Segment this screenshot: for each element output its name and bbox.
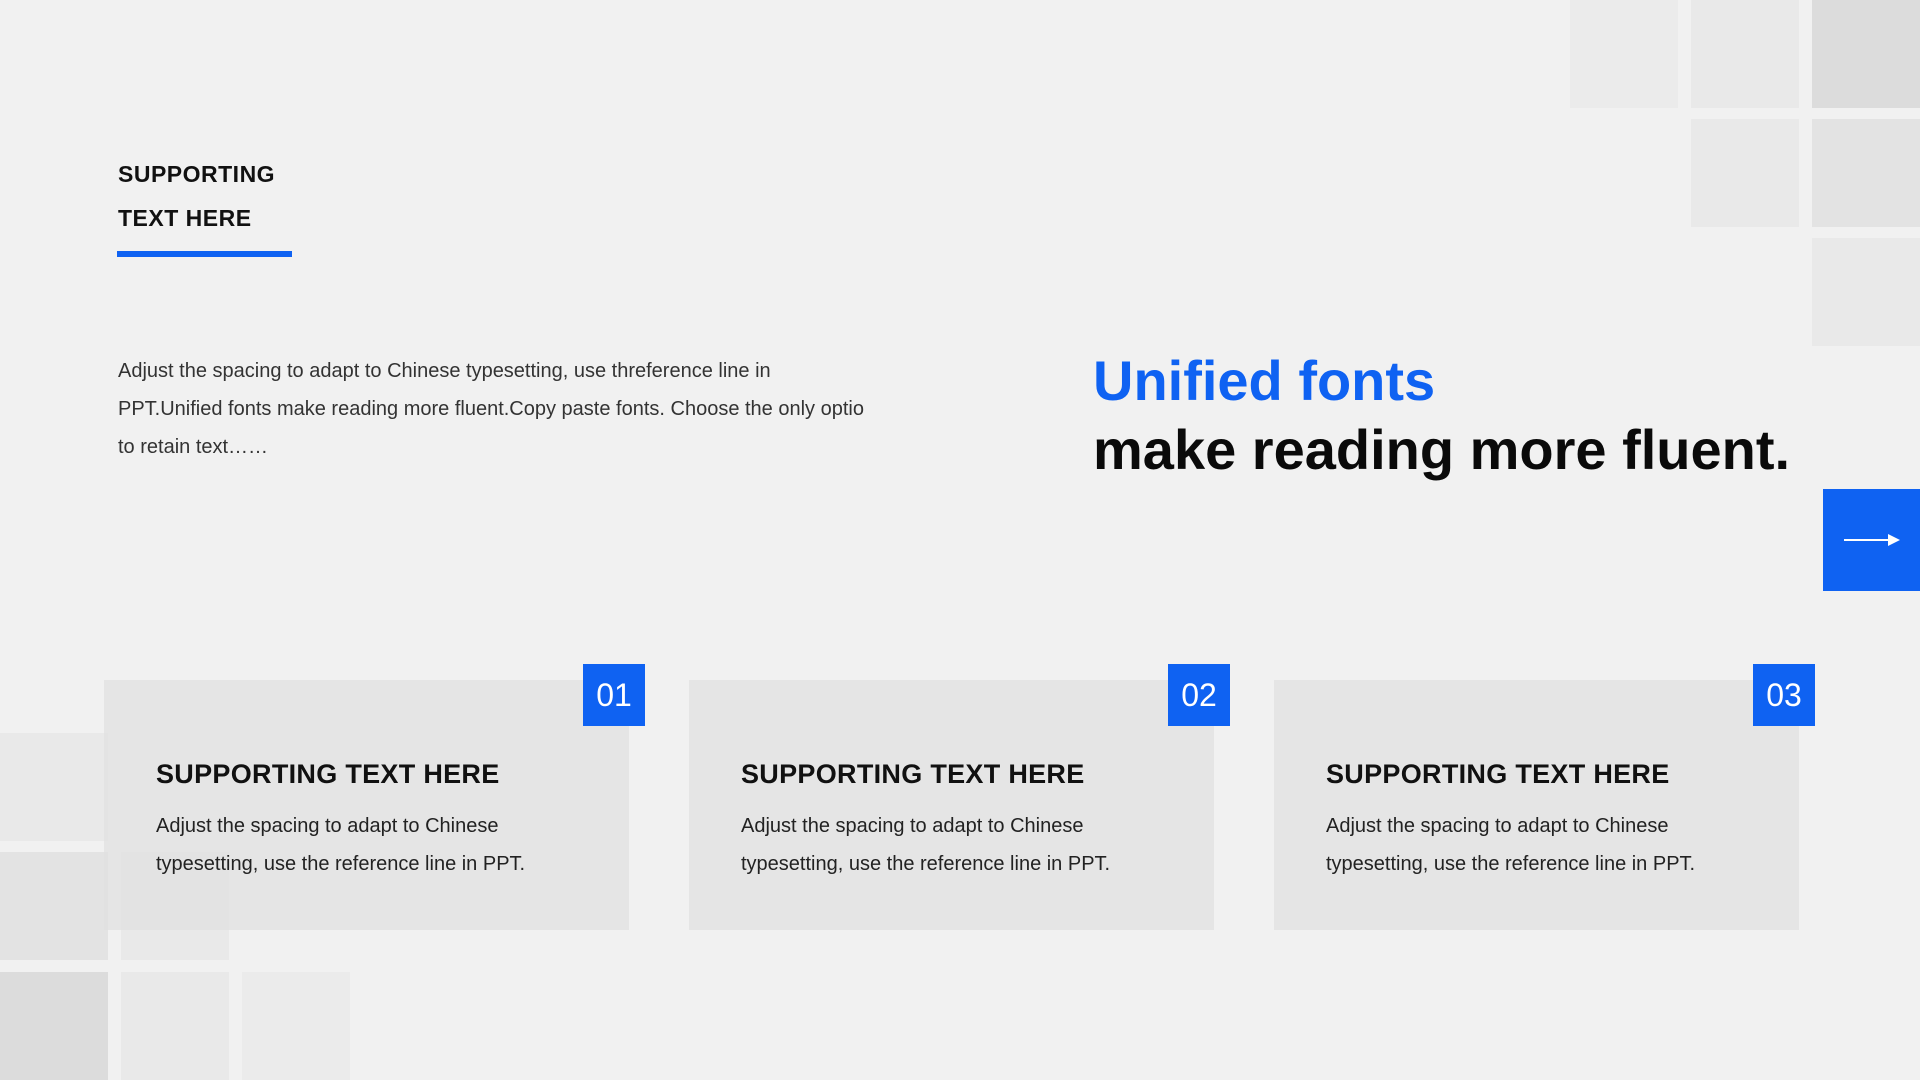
decor-tile	[1570, 0, 1678, 108]
section-heading: SUPPORTING TEXT HERE	[118, 152, 275, 240]
headline-main: make reading more fluent.	[1093, 418, 1791, 481]
section-heading-line1: SUPPORTING	[118, 161, 276, 187]
decor-tile	[1691, 119, 1799, 227]
card-number-badge: 02	[1168, 664, 1230, 726]
arrow-right-icon	[1843, 534, 1900, 546]
intro-paragraph: Adjust the spacing to adapt to Chinese t…	[118, 360, 864, 458]
card-body: Adjust the spacing to adapt to Chinese t…	[1326, 815, 1696, 875]
feature-card-1: 01 SUPPORTING TEXT HERE Adjust the spaci…	[104, 664, 645, 930]
headline-accent: Unified fonts	[1093, 349, 1436, 412]
card-title: SUPPORTING TEXT HERE	[741, 759, 1085, 789]
feature-card-3: 03 SUPPORTING TEXT HERE Adjust the spaci…	[1274, 664, 1815, 930]
section-heading-line2: TEXT HERE	[118, 205, 252, 231]
decor-tile	[1691, 0, 1799, 108]
headline: Unified fonts make reading more fluent.	[1093, 346, 1790, 484]
card-body: Adjust the spacing to adapt to Chinese t…	[741, 815, 1111, 875]
decor-tile	[242, 972, 350, 1080]
feature-card-2: 02 SUPPORTING TEXT HERE Adjust the spaci…	[689, 664, 1230, 930]
card-title: SUPPORTING TEXT HERE	[156, 759, 500, 789]
decor-tile	[121, 972, 229, 1080]
heading-underline	[117, 251, 292, 257]
card-number-badge: 03	[1753, 664, 1815, 726]
decor-tile	[1812, 238, 1920, 346]
decor-tile	[0, 852, 108, 960]
card-body: Adjust the spacing to adapt to Chinese t…	[156, 815, 526, 875]
card-title: SUPPORTING TEXT HERE	[1326, 759, 1670, 789]
decor-tile	[0, 733, 108, 841]
decor-tile	[0, 972, 108, 1080]
decor-tile	[1812, 119, 1920, 227]
card-number-badge: 01	[583, 664, 645, 726]
decor-tile	[1812, 0, 1920, 108]
next-arrow-button[interactable]	[1823, 489, 1920, 591]
